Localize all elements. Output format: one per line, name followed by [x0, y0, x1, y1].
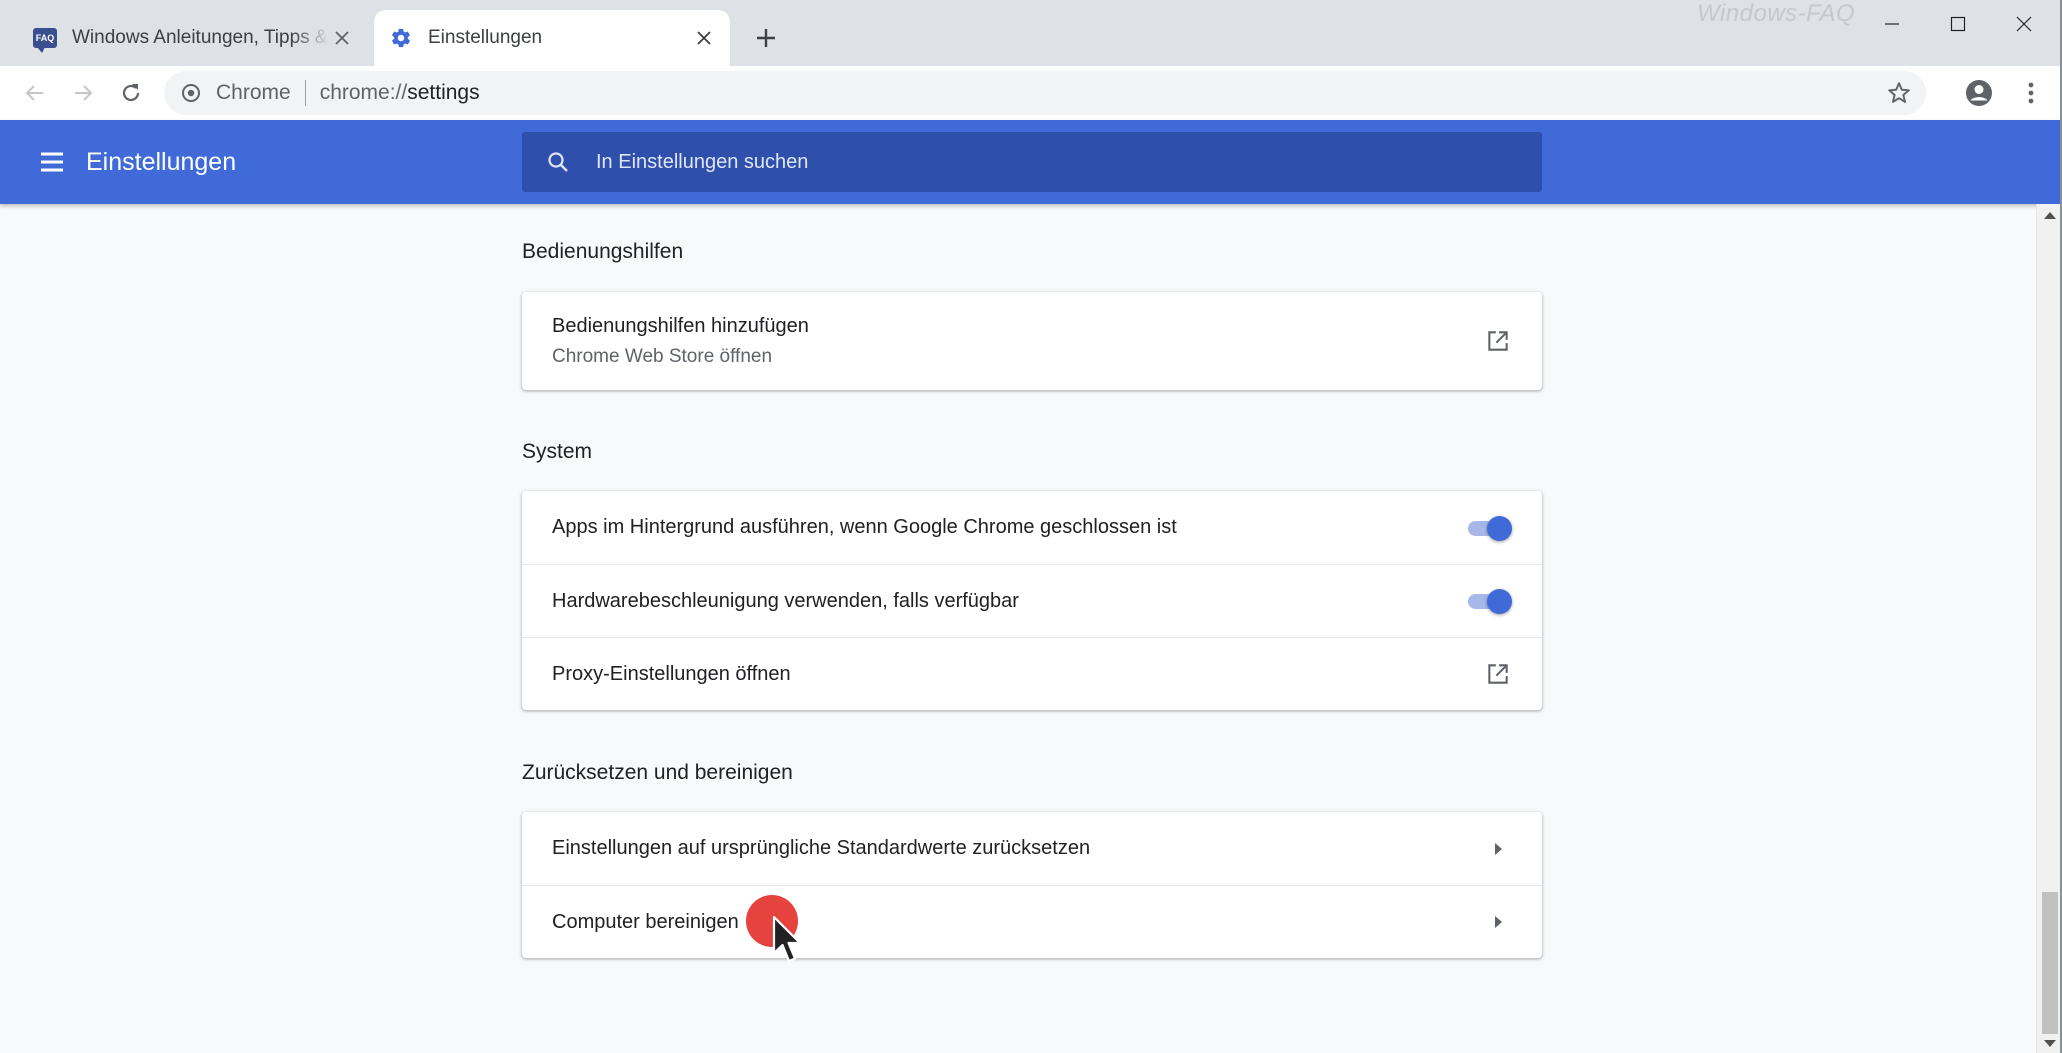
tab-strip: FAQ Windows Anleitungen, Tipps & Tricks …	[0, 0, 2062, 66]
watermark: Windows-FAQ	[1697, 0, 1856, 27]
chrome-logo-icon	[180, 82, 202, 104]
tab-windows-faq[interactable]: FAQ Windows Anleitungen, Tipps & Tricks	[18, 10, 368, 66]
settings-header: Einstellungen	[0, 120, 2062, 204]
arrow-left-icon	[25, 85, 43, 101]
tab-settings[interactable]: Einstellungen	[374, 10, 730, 66]
hardware-acceleration-row[interactable]: Hardwarebeschleunigung verwenden, falls …	[522, 564, 1542, 637]
page-title: Einstellungen	[86, 148, 237, 176]
reload-button[interactable]	[112, 74, 150, 112]
scroll-down-arrow[interactable]	[2044, 1040, 2056, 1047]
browser-toolbar: Chrome chrome://settings	[0, 66, 2062, 120]
close-tab-icon[interactable]	[692, 26, 716, 50]
external-link-icon[interactable]	[1484, 327, 1512, 355]
reset-settings-row[interactable]: Einstellungen auf ursprüngliche Standard…	[522, 812, 1542, 885]
close-window-button[interactable]	[1994, 6, 2054, 42]
scroll-up-arrow[interactable]	[2044, 212, 2056, 219]
forward-button[interactable]	[64, 74, 102, 112]
chrome-label: Chrome	[216, 81, 291, 104]
url-text: chrome://settings	[319, 81, 480, 104]
arrow-right-icon[interactable]	[1484, 835, 1512, 863]
reset-card: Einstellungen auf ursprüngliche Standard…	[522, 812, 1542, 958]
arrow-right-icon[interactable]	[1484, 908, 1512, 936]
tab-title: Einstellungen	[428, 27, 543, 48]
background-apps-toggle[interactable]	[1466, 514, 1512, 542]
row-label: Apps im Hintergrund ausführen, wenn Goog…	[552, 516, 1177, 538]
arrow-right-icon	[75, 85, 93, 101]
new-tab-button[interactable]	[748, 20, 784, 56]
gear-icon	[388, 25, 414, 51]
profile-avatar-icon[interactable]	[1964, 78, 1994, 113]
row-label: Computer bereinigen	[552, 910, 739, 933]
more-vert-icon[interactable]	[2016, 78, 2046, 113]
faq-badge-text: FAQ	[33, 28, 57, 53]
search-icon	[544, 148, 572, 176]
cleanup-computer-row[interactable]: Computer bereinigen	[522, 885, 1542, 958]
back-button[interactable]	[16, 74, 54, 112]
menu-icon[interactable]	[38, 148, 66, 176]
hardware-acceleration-toggle[interactable]	[1466, 587, 1512, 615]
row-label: Hardwarebeschleunigung verwenden, falls …	[552, 589, 1019, 612]
section-title-accessibility: Bedienungshilfen	[522, 240, 684, 263]
minimize-button[interactable]	[1862, 6, 1922, 42]
maximize-button[interactable]	[1928, 6, 1988, 42]
settings-search[interactable]	[522, 132, 1542, 192]
row-label: Einstellungen auf ursprüngliche Standard…	[552, 837, 1091, 859]
tab-title: Windows Anleitungen, Tipps & Tricks	[72, 27, 330, 48]
external-link-icon[interactable]	[1484, 660, 1512, 688]
proxy-settings-row[interactable]: Proxy-Einstellungen öffnen	[522, 637, 1542, 710]
reload-icon	[122, 84, 140, 102]
row-label: Bedienungshilfen hinzufügen	[552, 314, 809, 337]
row-sublabel: Chrome Web Store öffnen	[552, 345, 773, 367]
row-label: Proxy-Einstellungen öffnen	[552, 662, 791, 685]
section-title-reset: Zurücksetzen und bereinigen	[522, 761, 793, 784]
section-title-system: System	[522, 440, 593, 463]
system-card: Apps im Hintergrund ausführen, wenn Goog…	[522, 491, 1542, 710]
omnibox-divider	[304, 80, 306, 106]
bookmark-star-icon[interactable]	[1886, 80, 1912, 111]
mouse-pointer-icon	[772, 915, 802, 963]
page-scrollbar[interactable]	[2036, 204, 2062, 1053]
add-accessibility-row[interactable]: Bedienungshilfen hinzufügen Chrome Web S…	[522, 292, 1542, 390]
scroll-thumb[interactable]	[2042, 892, 2058, 1034]
faq-badge-icon: FAQ	[32, 25, 58, 53]
address-bar[interactable]: Chrome chrome://settings	[164, 71, 1926, 115]
close-tab-icon[interactable]	[330, 26, 354, 50]
background-apps-row[interactable]: Apps im Hintergrund ausführen, wenn Goog…	[522, 491, 1542, 564]
search-input[interactable]	[594, 149, 1542, 175]
accessibility-card: Bedienungshilfen hinzufügen Chrome Web S…	[522, 292, 1542, 390]
